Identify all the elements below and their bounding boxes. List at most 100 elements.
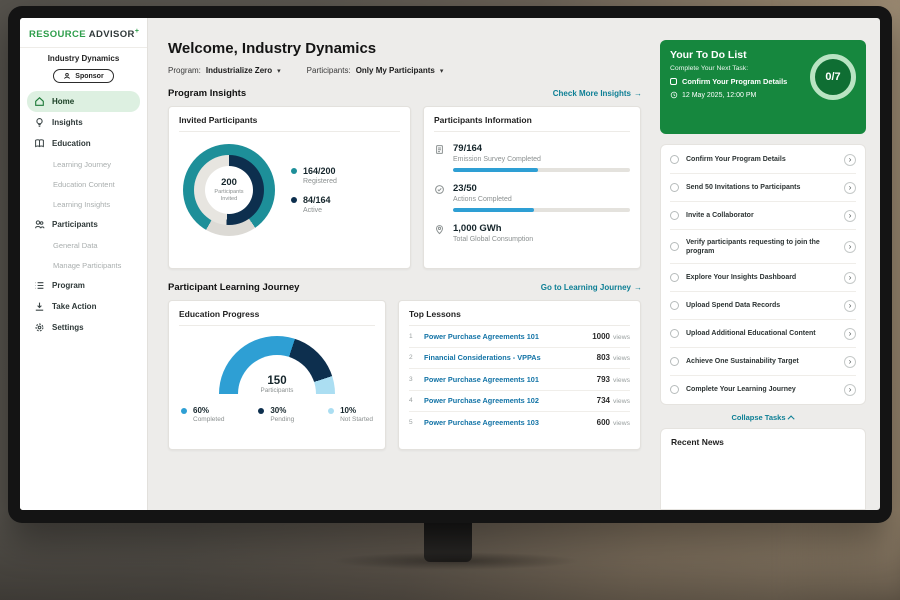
chevron-right-icon[interactable]: › <box>844 356 856 368</box>
legend-item-completed: 60% Completed <box>181 406 224 423</box>
sidebar-item-general-data[interactable]: General Data <box>27 235 140 255</box>
chevron-right-icon[interactable]: › <box>844 241 856 253</box>
chevron-right-icon[interactable]: › <box>844 328 856 340</box>
invited-participants-card: Invited Participants 200 Participants In… <box>168 106 411 269</box>
check-circle-icon <box>434 184 445 195</box>
task-row-explore-insights[interactable]: Explore Your Insights Dashboard › <box>670 264 856 292</box>
task-label: Confirm Your Program Details <box>686 155 837 164</box>
list-icon <box>34 280 45 291</box>
sidebar-item-home[interactable]: Home <box>27 91 140 112</box>
lesson-link[interactable]: Power Purchase Agreements 102 <box>424 396 539 405</box>
top-lessons-card: Top Lessons 1 Power Purchase Agreements … <box>398 300 641 450</box>
sidebar-item-learning-journey[interactable]: Learning Journey <box>27 154 140 174</box>
checkbox-icon[interactable] <box>670 242 679 251</box>
program-select[interactable]: Industrialize Zero <box>206 66 272 75</box>
chevron-down-icon[interactable]: ▾ <box>440 67 444 75</box>
link-label: Go to Learning Journey <box>541 283 631 292</box>
task-row-achieve-target[interactable]: Achieve One Sustainability Target › <box>670 348 856 376</box>
lesson-row: 4 Power Purchase Agreements 102 734views <box>409 391 630 413</box>
chevron-down-icon[interactable]: ▾ <box>277 67 281 75</box>
sidebar-item-settings[interactable]: Settings <box>27 317 140 338</box>
program-filter-label: Program: <box>168 66 201 75</box>
sidebar-item-take-action[interactable]: Take Action <box>27 296 140 317</box>
lesson-row: 1 Power Purchase Agreements 101 1000view… <box>409 326 630 348</box>
checkbox-icon[interactable] <box>670 78 677 85</box>
legend-label: Active <box>303 207 331 214</box>
stat-value: 79/164 <box>453 143 630 154</box>
gauge-center-label: Participants <box>219 387 335 394</box>
due-date-label: 12 May 2025, 12:00 PM <box>682 92 756 99</box>
legend-dot <box>258 408 264 414</box>
legend-value: 10% <box>340 406 373 415</box>
lesson-link[interactable]: Financial Considerations - VPPAs <box>424 353 541 362</box>
recent-news-card: Recent News <box>660 428 866 510</box>
task-row-upload-spend-data[interactable]: Upload Spend Data Records › <box>670 292 856 320</box>
chevron-right-icon[interactable]: › <box>844 384 856 396</box>
sidebar-item-education[interactable]: Education <box>27 133 140 154</box>
lesson-views-word: views <box>613 377 630 384</box>
arrow-right-icon: → <box>634 283 642 292</box>
checkbox-icon[interactable] <box>670 301 679 310</box>
task-row-upload-educational-content[interactable]: Upload Additional Educational Content › <box>670 320 856 348</box>
checkbox-icon[interactable] <box>670 357 679 366</box>
section-title: Program Insights <box>168 88 246 99</box>
chevron-up-icon <box>787 416 794 423</box>
lesson-views-word: views <box>613 355 630 362</box>
chevron-right-icon[interactable]: › <box>844 300 856 312</box>
link-label: Check More Insights <box>553 89 631 98</box>
legend-label: Pending <box>270 416 294 423</box>
chevron-right-icon[interactable]: › <box>844 210 856 222</box>
sidebar-item-learning-insights[interactable]: Learning Insights <box>27 194 140 214</box>
card-title: Invited Participants <box>179 115 400 132</box>
lesson-link[interactable]: Power Purchase Agreements 101 <box>424 332 539 341</box>
app-logo: RESOURCE ADVISOR+ <box>27 28 140 40</box>
lesson-views-count: 600 <box>597 418 610 427</box>
chevron-right-icon[interactable]: › <box>844 272 856 284</box>
logo-plus: + <box>135 28 140 35</box>
checkbox-icon[interactable] <box>670 155 679 164</box>
task-row-verify-participants[interactable]: Verify participants requesting to join t… <box>670 230 856 264</box>
checkbox-icon[interactable] <box>670 385 679 394</box>
participants-filter-label: Participants: <box>307 66 351 75</box>
legend-dot <box>181 408 187 414</box>
task-row-confirm-program[interactable]: Confirm Your Program Details › <box>670 146 856 174</box>
checkbox-icon[interactable] <box>670 329 679 338</box>
checkbox-icon[interactable] <box>670 273 679 282</box>
lesson-views-count: 734 <box>597 396 610 405</box>
sidebar-item-participants[interactable]: Participants <box>27 214 140 235</box>
checkbox-icon[interactable] <box>670 183 679 192</box>
program-insights-header: Program Insights Check More Insights→ <box>168 88 642 99</box>
lesson-rank: 5 <box>409 419 417 426</box>
sidebar-item-program[interactable]: Program <box>27 275 140 296</box>
collapse-tasks-link[interactable]: Collapse Tasks <box>660 413 866 422</box>
legend-dot <box>291 197 297 203</box>
lesson-link[interactable]: Power Purchase Agreements 101 <box>424 375 539 384</box>
next-task-label: Confirm Your Program Details <box>682 77 787 86</box>
background-scene: RESOURCE ADVISOR+ Industry Dynamics Spon… <box>0 0 900 600</box>
task-row-send-invitations[interactable]: Send 50 Invitations to Participants › <box>670 174 856 202</box>
lesson-link[interactable]: Power Purchase Agreements 103 <box>424 418 539 427</box>
chevron-right-icon[interactable]: › <box>844 182 856 194</box>
collapse-label: Collapse Tasks <box>731 413 785 422</box>
task-row-complete-learning-journey[interactable]: Complete Your Learning Journey › <box>670 376 856 403</box>
legend-value: 84/164 <box>303 195 331 205</box>
task-list: Confirm Your Program Details › Send 50 I… <box>660 144 866 405</box>
legend-dot <box>291 168 297 174</box>
legend-item-pending: 30% Pending <box>258 406 294 423</box>
check-more-insights-link[interactable]: Check More Insights→ <box>553 89 642 98</box>
donut-center-value: 200 <box>221 177 237 188</box>
education-progress-card: Education Progress 150 Participants <box>168 300 386 450</box>
sidebar-item-insights[interactable]: Insights <box>27 112 140 133</box>
chevron-right-icon[interactable]: › <box>844 154 856 166</box>
sidebar-item-manage-participants[interactable]: Manage Participants <box>27 255 140 275</box>
checkbox-icon[interactable] <box>670 211 679 220</box>
learning-cards: Education Progress 150 Participants <box>168 300 642 450</box>
progress-track <box>453 208 630 212</box>
org-name: Industry Dynamics <box>27 54 140 63</box>
participants-select[interactable]: Only My Participants <box>356 66 435 75</box>
sidebar-item-education-content[interactable]: Education Content <box>27 174 140 194</box>
sponsor-label: Sponsor <box>75 73 103 80</box>
go-to-learning-journey-link[interactable]: Go to Learning Journey→ <box>541 283 642 292</box>
clock-icon <box>670 91 678 99</box>
task-row-invite-collaborator[interactable]: Invite a Collaborator › <box>670 202 856 230</box>
